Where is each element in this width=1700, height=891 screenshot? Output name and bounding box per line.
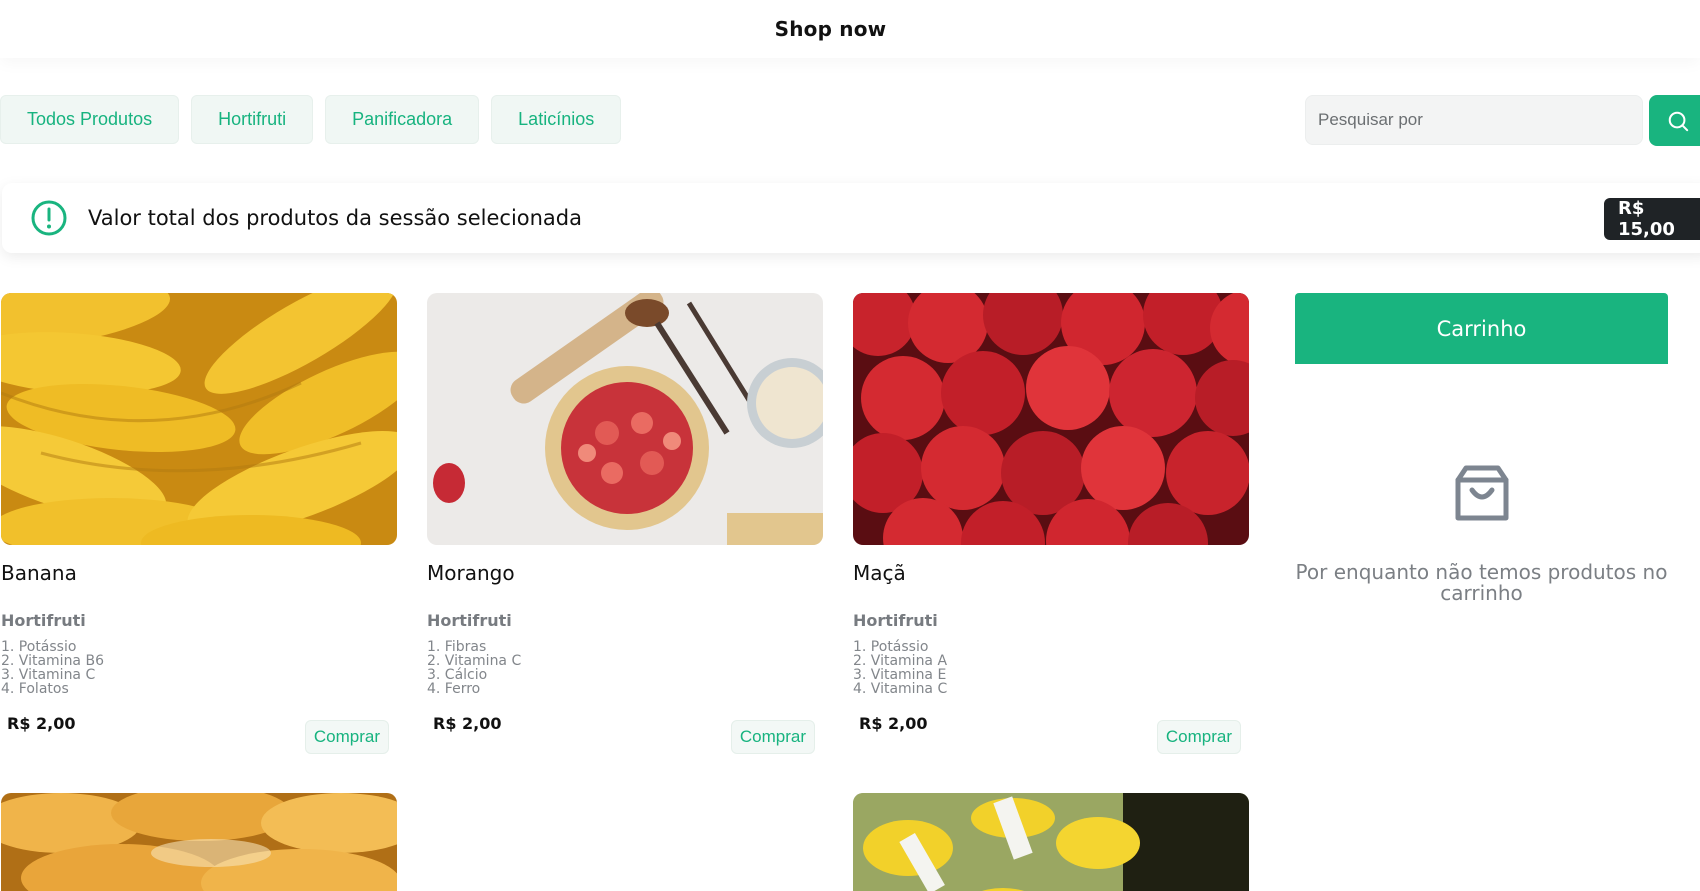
- apples-photo: [853, 293, 1249, 545]
- cart-title: Carrinho: [1295, 293, 1668, 364]
- category-filters: Todos Produtos Hortifruti Panificadora L…: [0, 95, 622, 144]
- product-price: R$ 2,00: [7, 714, 76, 733]
- alert-circle-icon: [31, 200, 67, 236]
- product-footer: R$ 2,00 Comprar: [427, 714, 823, 754]
- milk-bottles-photo: [853, 793, 1249, 891]
- benefit-item: 4. Folatos: [1, 681, 69, 697]
- benefit-item: 1. Potássio: [1, 639, 77, 655]
- session-total-alert: Valor total dos produtos da sessão selec…: [2, 183, 1700, 253]
- search-box: [1305, 95, 1643, 145]
- strawberry-tart-photo: [427, 293, 823, 545]
- product-price: R$ 2,00: [433, 714, 502, 733]
- benefit-item: 4. Vitamina C: [853, 681, 948, 697]
- search-icon: [1668, 111, 1689, 131]
- filter-todos-produtos[interactable]: Todos Produtos: [0, 95, 180, 144]
- product-category: Hortifruti: [853, 611, 938, 630]
- product-benefits: 1. Fibras 2. Vitamina C 3. Cálcio 4. Fer…: [427, 640, 823, 696]
- benefit-item: 2. Vitamina C: [427, 653, 522, 669]
- buy-button[interactable]: Comprar: [304, 720, 389, 754]
- filter-hortifruti[interactable]: Hortifruti: [191, 95, 314, 144]
- benefit-item: 2. Vitamina A: [853, 653, 948, 669]
- top-bar: Shop now: [0, 0, 1700, 58]
- benefit-item: 4. Ferro: [427, 681, 481, 697]
- product-benefits: 1. Potássio 2. Vitamina A 3. Vitamina E …: [853, 640, 1249, 696]
- cart-empty-message: Por enquanto não temos produtos no carri…: [1295, 560, 1668, 605]
- product-footer: R$ 2,00 Comprar: [853, 714, 1249, 754]
- search-button[interactable]: [1649, 95, 1700, 146]
- cart-panel: Carrinho Por enquanto não temos produtos…: [1295, 293, 1668, 604]
- benefit-item: 1. Fibras: [427, 639, 487, 655]
- page-title: Shop now: [774, 17, 887, 41]
- bread-photo: [1, 793, 397, 891]
- product-footer: R$ 2,00 Comprar: [1, 714, 397, 754]
- benefit-item: 2. Vitamina B6: [1, 653, 104, 669]
- product-card-morango: Morango Hortifruti 1. Fibras 2. Vitamina…: [427, 293, 823, 754]
- buy-button[interactable]: Comprar: [730, 720, 815, 754]
- bananas-photo: [1, 293, 397, 545]
- product-card-banana: Banana Hortifruti 1. Potássio 2. Vitamin…: [1, 293, 397, 754]
- benefit-item: 3. Vitamina C: [1, 667, 96, 683]
- product-category: Hortifruti: [1, 611, 86, 630]
- benefit-item: 3. Cálcio: [427, 667, 488, 683]
- shopping-bag-icon: [1455, 465, 1508, 521]
- buy-button[interactable]: Comprar: [1156, 720, 1241, 754]
- product-name: Morango: [427, 561, 515, 585]
- filter-panificadora[interactable]: Panificadora: [325, 95, 480, 144]
- total-price-badge: R$ 15,00: [1604, 198, 1700, 240]
- product-name: Maçã: [853, 561, 906, 585]
- product-price: R$ 2,00: [859, 714, 928, 733]
- product-category: Hortifruti: [427, 611, 512, 630]
- filter-laticinios[interactable]: Laticínios: [491, 95, 622, 144]
- product-card-maca: Maçã Hortifruti 1. Potássio 2. Vitamina …: [853, 293, 1249, 754]
- benefit-item: 3. Vitamina E: [853, 667, 947, 683]
- alert-text: Valor total dos produtos da sessão selec…: [88, 206, 583, 230]
- benefit-item: 1. Potássio: [853, 639, 929, 655]
- product-name: Banana: [1, 561, 77, 585]
- search-input[interactable]: [1318, 110, 1630, 130]
- product-benefits: 1. Potássio 2. Vitamina B6 3. Vitamina C…: [1, 640, 397, 696]
